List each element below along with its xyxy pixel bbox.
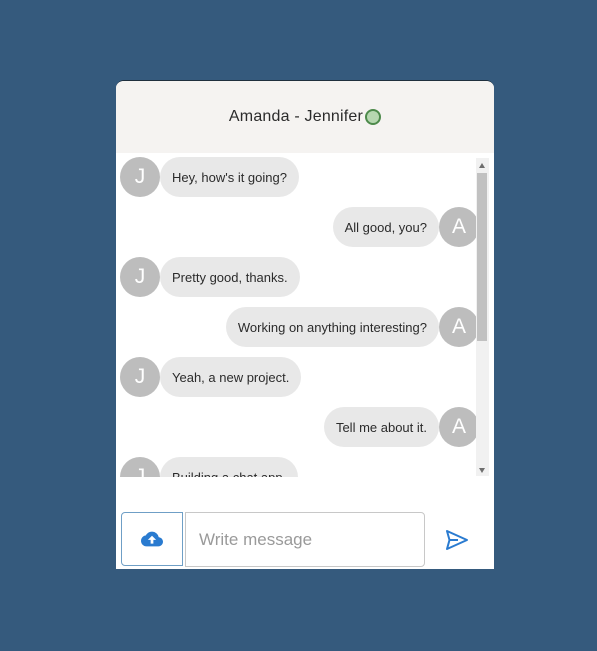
message-row: All good, you? A — [332, 207, 476, 247]
message-bubble: Yeah, a new project. — [160, 357, 302, 397]
avatar: J — [120, 457, 160, 477]
message-bubble: Building a chat app. — [160, 457, 299, 477]
send-button[interactable] — [442, 525, 472, 555]
chat-header: Amanda - Jennifer — [116, 81, 494, 153]
avatar: J — [120, 357, 160, 397]
scroll-up-arrow-icon[interactable] — [479, 163, 485, 168]
message-row: J Yeah, a new project. — [120, 357, 302, 397]
message-bubble: Tell me about it. — [323, 407, 439, 447]
composer — [116, 511, 494, 567]
message-list-scrollbar[interactable] — [476, 158, 489, 476]
message-input[interactable] — [185, 512, 425, 567]
avatar: J — [120, 257, 160, 297]
scrollbar-thumb[interactable] — [477, 173, 487, 341]
message-bubble: Pretty good, thanks. — [160, 257, 300, 297]
scroll-down-arrow-icon[interactable] — [479, 468, 485, 473]
upload-button[interactable] — [121, 512, 183, 566]
message-bubble: All good, you? — [332, 207, 439, 247]
message-row: Working on anything interesting? A — [225, 307, 476, 347]
message-row: J Building a chat app. — [120, 457, 299, 477]
avatar: A — [439, 207, 476, 247]
avatar: J — [120, 157, 160, 197]
avatar: A — [439, 307, 476, 347]
message-bubble: Hey, how's it going? — [160, 157, 299, 197]
message-row: J Pretty good, thanks. — [120, 257, 300, 297]
message-bubble: Working on anything interesting? — [225, 307, 439, 347]
online-status-icon — [365, 109, 382, 125]
message-row: Tell me about it. A — [323, 407, 476, 447]
message-row: J Hey, how's it going? — [120, 157, 299, 197]
message-list[interactable]: J Hey, how's it going? All good, you? A … — [116, 154, 476, 477]
send-icon — [446, 530, 468, 550]
chat-window: Amanda - Jennifer J Hey, how's it going?… — [116, 80, 494, 569]
avatar: A — [439, 407, 476, 447]
chat-title: Amanda - Jennifer — [228, 108, 364, 125]
cloud-upload-icon — [141, 531, 163, 547]
